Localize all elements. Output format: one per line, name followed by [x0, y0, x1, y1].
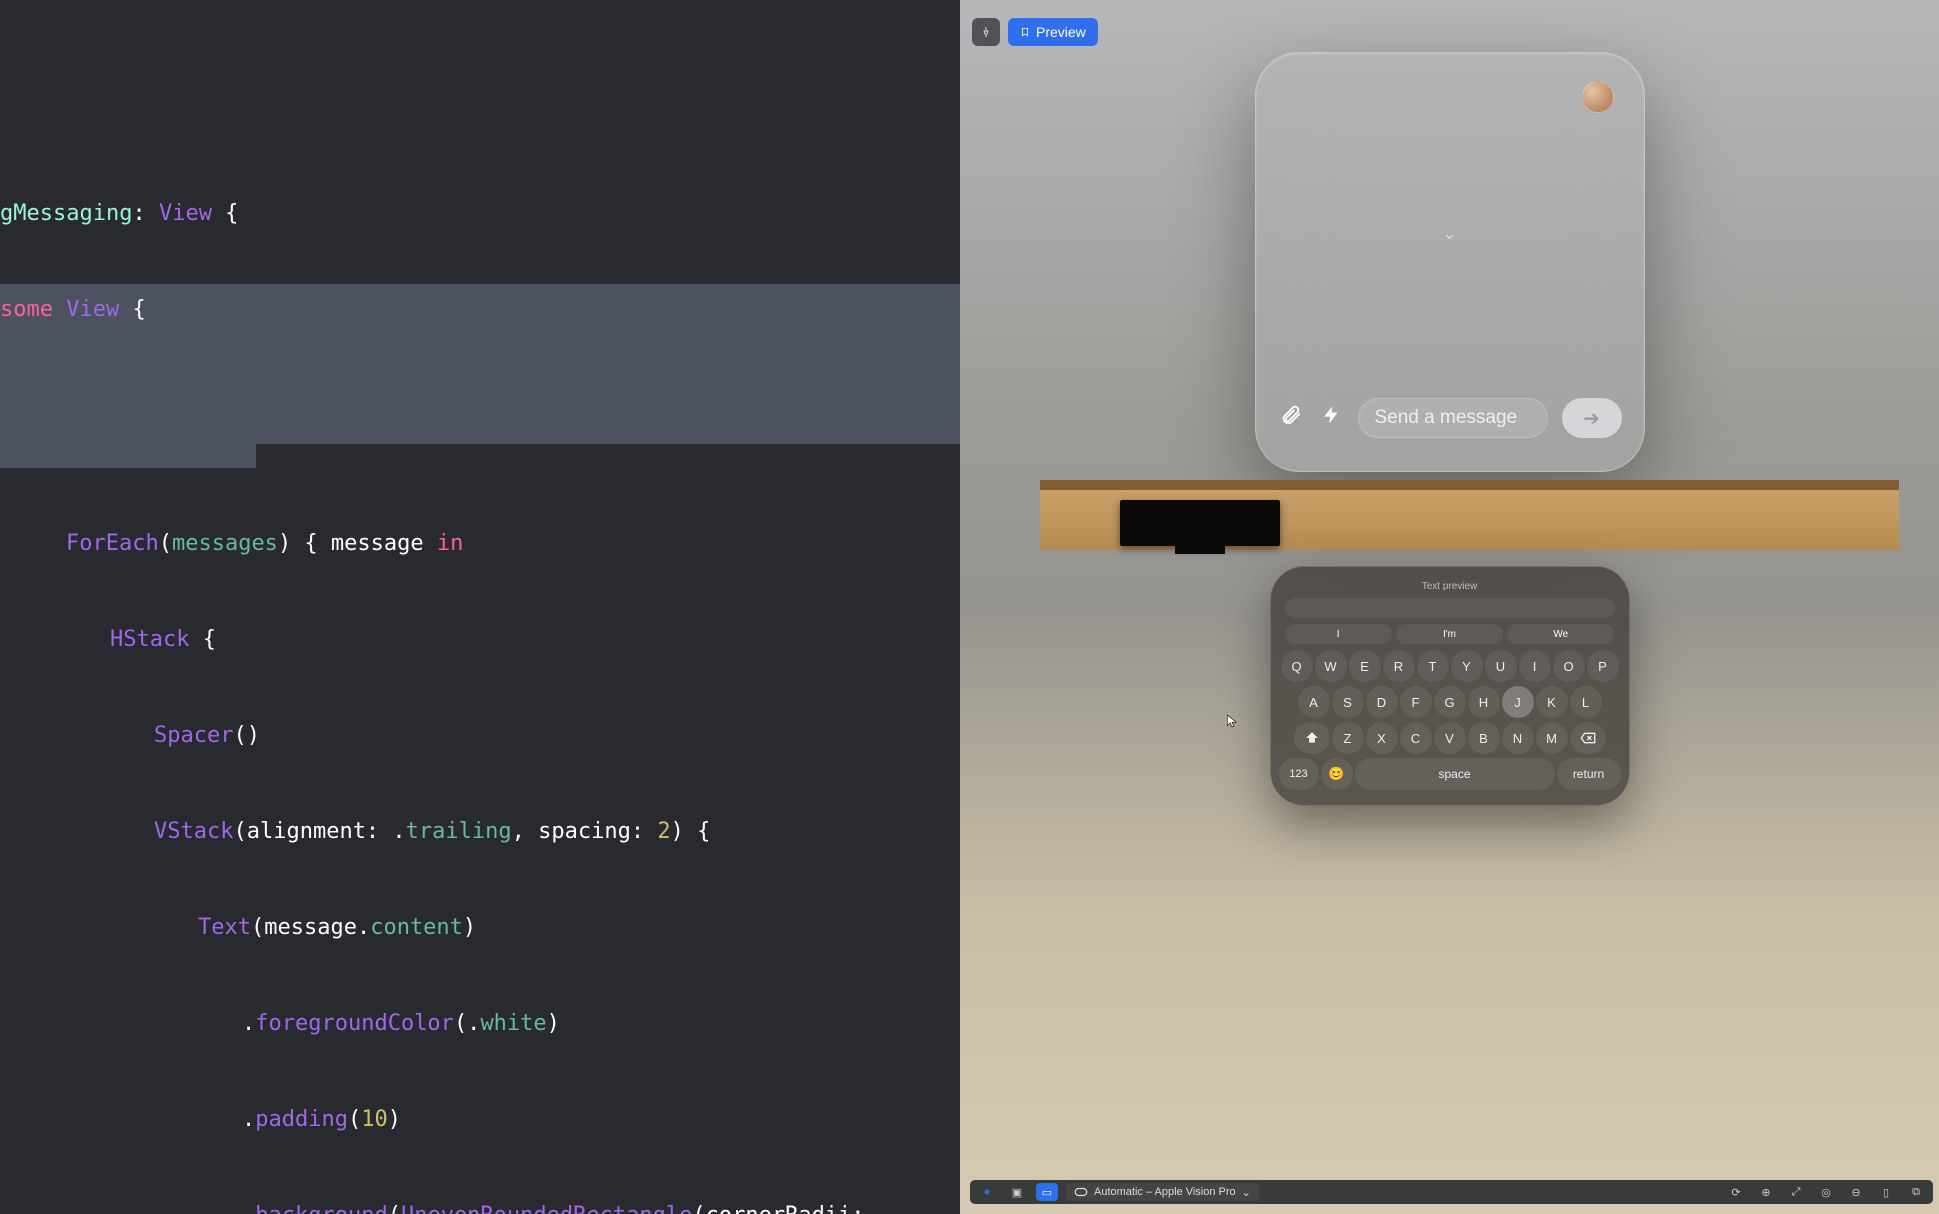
- code-editor[interactable]: gMessaging: View { some View { ForEach(m…: [0, 0, 960, 1214]
- key-x[interactable]: X: [1366, 722, 1398, 754]
- layout-icon[interactable]: ▯: [1875, 1183, 1897, 1201]
- message-input[interactable]: Send a message: [1358, 398, 1548, 438]
- pin-button[interactable]: [972, 18, 1000, 46]
- preview-pill[interactable]: Preview: [1008, 18, 1098, 46]
- key-b[interactable]: B: [1468, 722, 1500, 754]
- live-indicator-icon[interactable]: ●: [976, 1183, 998, 1201]
- key-delete[interactable]: [1570, 722, 1606, 754]
- suggestion[interactable]: I: [1285, 624, 1392, 644]
- key-j[interactable]: J: [1502, 686, 1534, 718]
- device-selector[interactable]: Automatic – Apple Vision Pro ⌄: [1066, 1183, 1259, 1201]
- key-c[interactable]: C: [1400, 722, 1432, 754]
- key-o[interactable]: O: [1553, 650, 1585, 682]
- key-l[interactable]: L: [1570, 686, 1602, 718]
- arrow-right-icon: ➔: [1583, 406, 1600, 431]
- key-m[interactable]: M: [1536, 722, 1568, 754]
- key-123[interactable]: 123: [1279, 758, 1319, 790]
- key-shift[interactable]: [1294, 722, 1330, 754]
- suggestion[interactable]: We: [1507, 624, 1614, 644]
- chevron-down-icon: ⌄: [1242, 1186, 1251, 1199]
- device-frame-icon[interactable]: ⧉: [1905, 1183, 1927, 1201]
- key-v[interactable]: V: [1434, 722, 1466, 754]
- pin-icon: [980, 26, 992, 38]
- key-h[interactable]: H: [1468, 686, 1500, 718]
- headset-icon: [1074, 1187, 1088, 1197]
- tv: [1120, 500, 1280, 546]
- key-z[interactable]: Z: [1332, 722, 1364, 754]
- key-s[interactable]: S: [1332, 686, 1364, 718]
- key-w[interactable]: W: [1315, 650, 1347, 682]
- bounds-icon[interactable]: ▣: [1006, 1183, 1028, 1201]
- key-f[interactable]: F: [1400, 686, 1432, 718]
- key-u[interactable]: U: [1485, 650, 1517, 682]
- preview-toolbar: Preview: [972, 18, 1098, 46]
- message-composer: Send a message ➔: [1278, 395, 1622, 441]
- shift-icon: [1305, 731, 1319, 745]
- key-space[interactable]: space: [1355, 758, 1555, 790]
- emoji-icon: 😊: [1328, 766, 1344, 782]
- bolt-icon[interactable]: [1318, 404, 1344, 432]
- suggestion-row: I I'm We: [1285, 624, 1615, 644]
- key-g[interactable]: G: [1434, 686, 1466, 718]
- keyboard-preview-label: Text preview: [1279, 581, 1621, 592]
- keyboard-preview-field[interactable]: [1285, 598, 1615, 618]
- key-r[interactable]: R: [1383, 650, 1415, 682]
- suggestion[interactable]: I'm: [1396, 624, 1503, 644]
- selectable-icon[interactable]: ▭: [1036, 1183, 1058, 1201]
- avatar[interactable]: [1582, 81, 1614, 113]
- virtual-keyboard: Text preview I I'm We QWERTYUIOP ASDFGHJ…: [1270, 566, 1630, 806]
- message-placeholder: Send a message: [1375, 407, 1518, 429]
- key-i[interactable]: I: [1519, 650, 1551, 682]
- key-a[interactable]: A: [1298, 686, 1330, 718]
- key-d[interactable]: D: [1366, 686, 1398, 718]
- key-emoji[interactable]: 😊: [1321, 758, 1353, 790]
- zoom-100-icon[interactable]: ◎: [1815, 1183, 1837, 1201]
- key-q[interactable]: Q: [1281, 650, 1313, 682]
- key-return[interactable]: return: [1557, 758, 1621, 790]
- zoom-fit-icon[interactable]: ⤢: [1785, 1183, 1807, 1201]
- zoom-out-icon[interactable]: ⊖: [1845, 1183, 1867, 1201]
- bookmark-icon: [1020, 27, 1030, 37]
- rotate-icon[interactable]: ⟳: [1725, 1183, 1747, 1201]
- key-e[interactable]: E: [1349, 650, 1381, 682]
- chevron-down-icon: ⌄: [1442, 223, 1457, 244]
- key-k[interactable]: K: [1536, 686, 1568, 718]
- preview-label: Preview: [1036, 24, 1086, 40]
- key-y[interactable]: Y: [1451, 650, 1483, 682]
- delete-icon: [1580, 732, 1596, 744]
- key-t[interactable]: T: [1417, 650, 1449, 682]
- cursor-icon: [1225, 714, 1239, 728]
- preview-canvas: Preview ⌄ Send a message ➔ Text preview: [960, 0, 1939, 1214]
- canvas-bottom-bar: ● ▣ ▭ Automatic – Apple Vision Pro ⌄ ⟳ ⊕…: [970, 1180, 1933, 1204]
- key-n[interactable]: N: [1502, 722, 1534, 754]
- device-label: Automatic – Apple Vision Pro: [1094, 1186, 1236, 1198]
- app-window: ⌄ Send a message ➔: [1255, 52, 1645, 472]
- zoom-in-icon[interactable]: ⊕: [1755, 1183, 1777, 1201]
- key-p[interactable]: P: [1587, 650, 1619, 682]
- paperclip-icon[interactable]: [1278, 404, 1304, 432]
- send-button[interactable]: ➔: [1562, 398, 1622, 438]
